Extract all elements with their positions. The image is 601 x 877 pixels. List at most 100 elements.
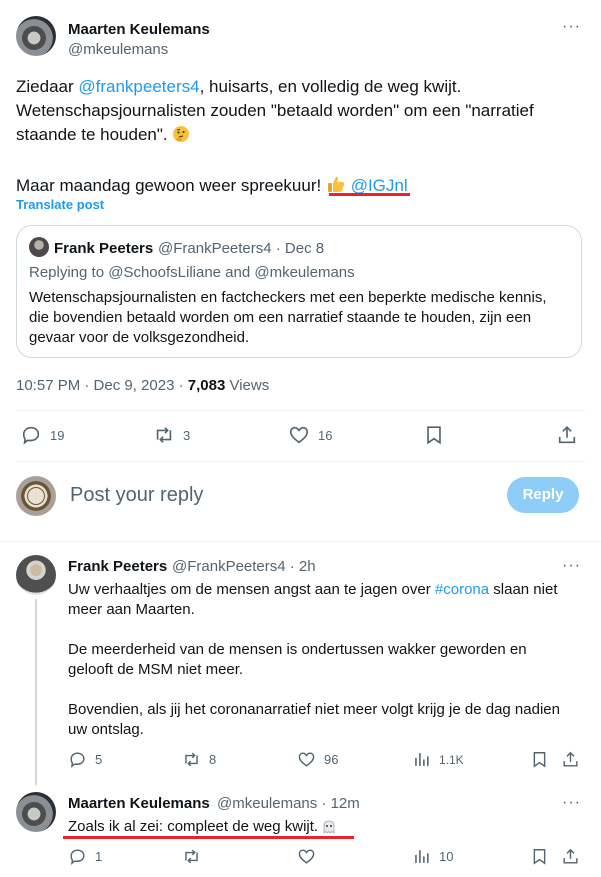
text: Maar maandag gewoon weer spreekuur! <box>16 176 322 195</box>
mention-link[interactable]: @frankpeeters4 <box>78 77 199 96</box>
avatar[interactable] <box>16 792 56 832</box>
reply-submit-button[interactable]: Reply <box>507 477 579 513</box>
reply-line: meer aan Maarten. <box>68 601 195 618</box>
repost-button[interactable]: 3 <box>153 424 190 446</box>
author-name[interactable]: Maarten Keulemans <box>68 21 210 38</box>
clock-icon <box>27 487 45 505</box>
like-button[interactable]: 96 <box>297 750 338 769</box>
reply-line: Uw verhaaltjes om de mensen angst aan te… <box>68 580 588 600</box>
reply-line: Bovendien, als jij het coronanarratief n… <box>68 701 560 718</box>
reply-icon <box>70 849 85 865</box>
analytics-icon <box>415 850 429 863</box>
text: Zoals ik al zei: compleet de weg kwijt. <box>68 818 319 835</box>
views-button[interactable]: 10 <box>412 847 453 866</box>
repost-icon <box>185 849 198 864</box>
share-icon <box>563 848 578 864</box>
share-button[interactable] <box>556 424 578 446</box>
views-count: 10 <box>439 849 454 864</box>
repost-icon <box>185 752 198 767</box>
reply-button[interactable]: 5 <box>68 750 102 769</box>
reply-button[interactable]: 1 <box>68 847 102 866</box>
translate-link[interactable]: Translate post <box>16 197 104 212</box>
reply-line: gelooft de MSM niet meer. <box>68 661 244 678</box>
thinking-face-icon <box>172 125 190 150</box>
heart-icon <box>298 849 315 864</box>
repost-button[interactable] <box>182 847 201 866</box>
reply-count: 5 <box>95 752 103 767</box>
like-button[interactable] <box>297 847 316 866</box>
annotation-underline <box>329 193 410 196</box>
like-count: 96 <box>324 752 339 767</box>
like-count: 16 <box>318 427 333 443</box>
share-icon <box>558 426 576 444</box>
repost-count: 8 <box>209 752 217 767</box>
bookmark-icon <box>533 849 546 865</box>
quoted-text: Wetenschapsjournalisten en factcheckers … <box>29 288 574 348</box>
share-button[interactable] <box>561 750 580 769</box>
reply-author-name[interactable]: Frank Peeters <box>68 558 167 575</box>
avatar <box>29 237 49 257</box>
avatar[interactable] <box>16 555 56 595</box>
heart-icon <box>298 752 315 767</box>
more-options-icon[interactable]: ··· <box>562 795 581 811</box>
divider <box>16 410 585 411</box>
reply-line: uw ontslag. <box>68 721 144 738</box>
quoted-line: gevaar voor de volksgezondheid. <box>29 329 250 346</box>
replying-to: Replying to @SchoofsLiliane and @mkeulem… <box>29 264 355 281</box>
thread-line <box>35 599 37 785</box>
quoted-line: Wetenschapsjournalisten en factcheckers … <box>29 289 547 306</box>
divider <box>16 461 585 462</box>
reply-button[interactable]: 19 <box>20 424 64 446</box>
reply-line: De meerderheid van de mensen is ondertus… <box>68 641 527 658</box>
bookmark-icon <box>427 426 441 445</box>
views-count: 7,083 <box>187 377 226 394</box>
quoted-author-name: Frank Peeters <box>54 240 154 257</box>
share-icon <box>563 751 578 767</box>
views-button[interactable]: 1.1K <box>412 750 464 769</box>
reply-author-meta[interactable]: @FrankPeeters4 · 2h <box>172 558 316 575</box>
quoted-line: die bovendien betaald worden om een narr… <box>29 309 532 326</box>
heart-icon <box>289 426 309 444</box>
reply-author-name[interactable]: Maarten Keulemans <box>68 795 210 812</box>
repost-button[interactable]: 8 <box>182 750 216 769</box>
timestamp[interactable]: 10:57 PM · Dec 9, 2023 · 7,083 Views <box>16 377 269 394</box>
thumbs-up-icon <box>326 174 346 201</box>
avatar[interactable] <box>16 16 56 56</box>
reply-count: 1 <box>95 849 103 864</box>
text: , huisarts, en volledig de weg kwijt. <box>199 77 462 96</box>
text: Uw verhaaltjes om de mensen angst aan te… <box>68 581 435 598</box>
repost-icon <box>156 427 172 443</box>
share-button[interactable] <box>561 847 580 866</box>
reply-icon <box>70 752 85 768</box>
hashtag-link[interactable]: #corona <box>435 581 489 598</box>
annotation-underline <box>63 836 354 839</box>
reply-input[interactable]: Post your reply <box>70 484 203 507</box>
reply-text: Uw verhaaltjes om de mensen angst aan te… <box>68 580 588 740</box>
divider <box>0 541 601 542</box>
more-options-icon[interactable]: ··· <box>562 558 581 574</box>
text: staande te houden". <box>16 125 168 144</box>
reply-icon <box>22 426 40 445</box>
like-button[interactable]: 16 <box>288 424 332 446</box>
post-line-2: Wetenschapsjournalisten zouden "betaald … <box>16 101 534 120</box>
more-options-icon[interactable]: ··· <box>562 19 581 35</box>
bookmark-button[interactable] <box>530 750 549 769</box>
reply-author-meta[interactable]: @mkeulemans · 12m <box>217 795 360 812</box>
author-handle[interactable]: @mkeulemans <box>68 41 168 58</box>
post-text: Ziedaar @frankpeeters4, huisarts, en vol… <box>16 75 586 201</box>
bookmark-button[interactable] <box>530 847 549 866</box>
bookmark-button[interactable] <box>423 424 445 446</box>
views-label: Views <box>225 377 270 394</box>
reply-count: 19 <box>50 427 65 443</box>
views-count: 1.1K <box>439 752 464 767</box>
post-line-1: Ziedaar @frankpeeters4, huisarts, en vol… <box>16 75 586 99</box>
analytics-icon <box>415 753 429 766</box>
post-line-3: staande te houden". <box>16 123 586 150</box>
repost-count: 3 <box>183 427 191 443</box>
timestamp-text: 10:57 PM · Dec 9, 2023 · <box>16 377 188 394</box>
quoted-author-meta: @FrankPeeters4 · Dec 8 <box>158 240 325 257</box>
text: Ziedaar <box>16 77 79 96</box>
